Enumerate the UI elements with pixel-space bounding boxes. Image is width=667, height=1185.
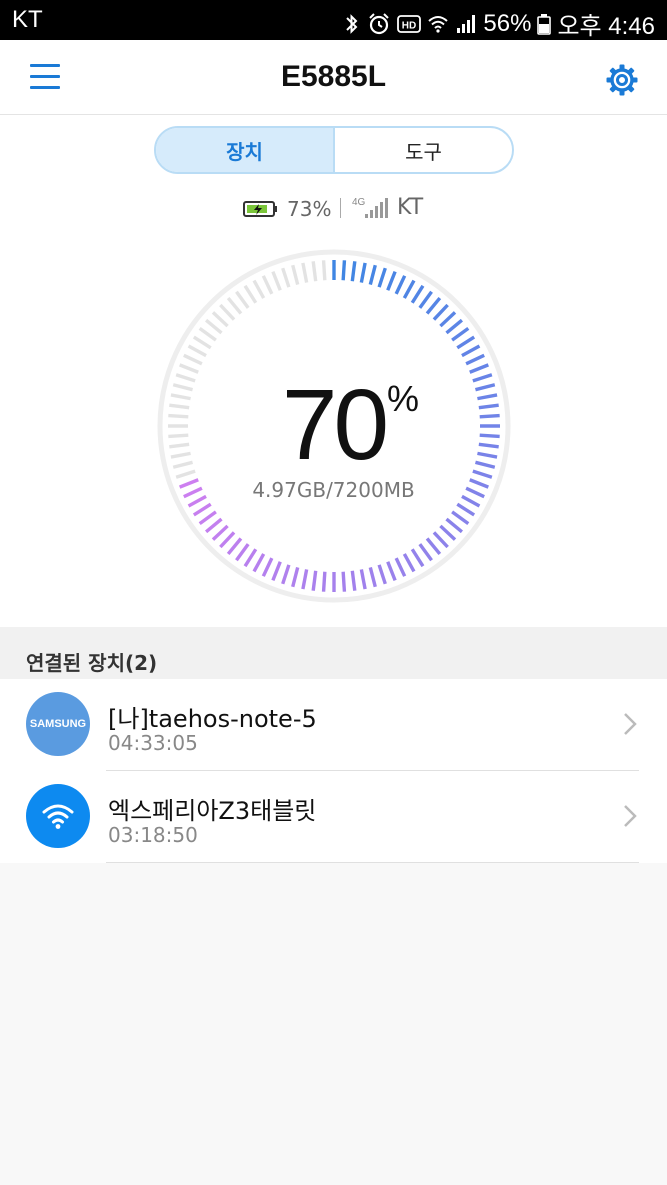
device-connected-time: 03:18:50: [108, 823, 198, 847]
app-bar: E5885L: [0, 40, 667, 115]
device-name: [나]taehos-note-5: [108, 705, 317, 733]
connected-devices-title: 연결된 장치(2): [26, 651, 158, 675]
tab-device[interactable]: 장치: [156, 128, 333, 172]
connected-devices-header: 연결된 장치(2): [0, 627, 667, 679]
battery-icon: [537, 13, 552, 35]
usage-percent-sign: %: [387, 378, 420, 419]
device-connected-time: 04:33:05: [108, 731, 198, 755]
main-panel: 장치 도구 73% 4G KT 70 % 4.97GB/7200MB: [0, 115, 667, 627]
gauge-tick-remaining: [321, 260, 327, 281]
usage-detail: 4.97GB/7200MB: [252, 478, 415, 502]
hd-icon: HD: [397, 14, 422, 33]
usage-percent-value: 70: [281, 369, 389, 481]
lte-signal-icon: 4G: [352, 197, 388, 218]
signal-icon: [457, 14, 476, 33]
tab-bar: 장치 도구: [154, 126, 514, 174]
divider: [106, 862, 639, 863]
divider: [340, 198, 341, 218]
wifi-icon: [42, 804, 74, 829]
device-name: 엑스페리아Z3태블릿: [108, 797, 317, 825]
connected-devices-list: SAMSUNG [나]taehos-note-5 04:33:05 엑스페리아Z…: [0, 679, 667, 863]
bluetooth-icon: [346, 13, 358, 34]
samsung-avatar: SAMSUNG: [26, 692, 90, 756]
svg-text:HD: HD: [402, 20, 416, 31]
network-type-label: 4G: [352, 197, 366, 208]
chevron-right-icon: [624, 805, 637, 827]
list-item[interactable]: 엑스페리아Z3태블릿 03:18:50: [0, 771, 667, 863]
list-item[interactable]: SAMSUNG [나]taehos-note-5 04:33:05: [0, 679, 667, 771]
battery-charging-icon: [243, 201, 277, 217]
tab-tools[interactable]: 도구: [333, 128, 512, 172]
status-battery-percent: 56%: [483, 9, 532, 37]
wifi-icon: [428, 15, 449, 33]
device-status-line: 73% 4G KT: [0, 195, 667, 223]
gauge-tick-used: [341, 260, 347, 281]
page-title: E5885L: [280, 60, 387, 93]
device-battery-percent: 73%: [287, 197, 332, 221]
status-time: 오후 4:46: [557, 13, 655, 40]
gauge-tick-used: [321, 571, 327, 592]
usage-percent: 70 %: [0, 368, 667, 483]
gauge-tick-used: [341, 571, 347, 592]
status-bar: KT HD 56% 오후 4:46: [0, 0, 667, 40]
alarm-icon: [369, 12, 390, 34]
status-carrier: KT: [12, 6, 43, 33]
gear-icon[interactable]: [604, 62, 640, 98]
chevron-right-icon: [624, 713, 637, 735]
device-carrier: KT: [397, 195, 424, 220]
wifi-avatar: [26, 784, 90, 848]
